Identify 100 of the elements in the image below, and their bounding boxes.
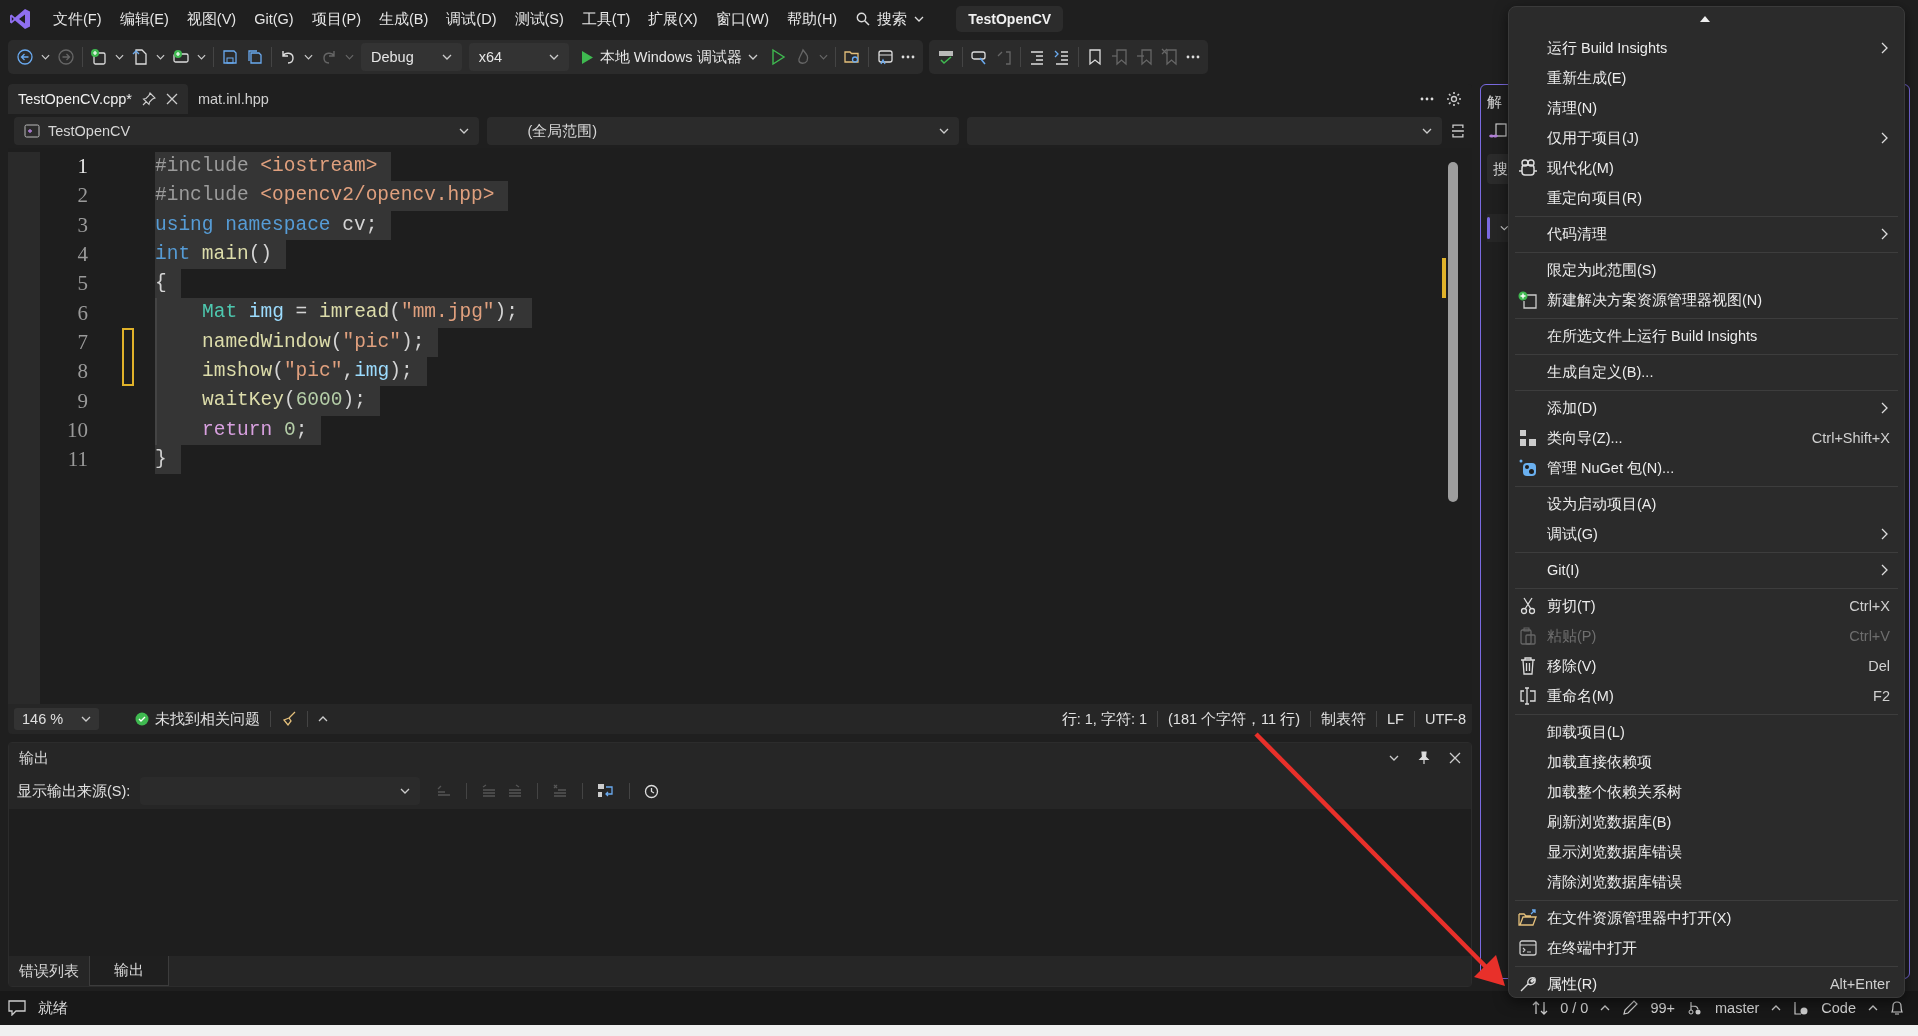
menu-item[interactable]: 清除浏览数据库错误 [1509,867,1904,897]
menu-item[interactable]: 在所选文件上运行 Build Insights [1509,321,1904,351]
project-dropdown[interactable]: TestOpenCV [14,117,480,145]
repository-icon[interactable] [1793,1000,1810,1016]
panel-tab[interactable]: 输出 [89,956,169,986]
menu-item[interactable]: 重新生成(E) [1509,63,1904,93]
scroll-up-icon[interactable] [1699,15,1711,23]
menu-item[interactable]: 属性(R) Alt+Enter [1509,969,1904,999]
panel-tab[interactable]: 错误列表 [9,956,89,986]
check-circle-icon [135,712,150,726]
new-project-icon[interactable] [90,48,108,66]
start-debugging-button[interactable]: 本地 Windows 调试器 [575,47,762,67]
broom-icon[interactable] [281,711,298,727]
menu-item[interactable]: 运行 Build Insights [1509,33,1904,63]
menu-item[interactable]: 新建解决方案资源管理器视图(N) [1509,285,1904,315]
indentation-status[interactable]: 制表符 [1321,709,1366,729]
sync-icon[interactable] [1532,1000,1549,1016]
menu-item[interactable]: 仅用于项目(J) [1509,123,1904,153]
forward-icon[interactable] [57,48,75,66]
zoom-dropdown[interactable]: 146 % [14,708,100,730]
back-icon[interactable] [16,48,34,66]
branch-icon[interactable] [1687,1000,1703,1016]
more-icon[interactable] [1185,55,1200,59]
menu-item[interactable]: 生成自定义(B)... [1509,357,1904,387]
settings-icon[interactable] [1446,91,1462,107]
changes-count[interactable]: 99+ [1650,1000,1675,1016]
sync-status[interactable]: 0 / 0 [1560,1000,1589,1016]
menu-item[interactable]: 设为启动项目(A) [1509,489,1904,519]
message-icon[interactable] [8,1000,26,1016]
menu-item[interactable]: Git(G) [245,11,303,27]
file-icon[interactable] [131,48,149,66]
indent-icon[interactable] [1052,48,1071,66]
menu-item[interactable]: 编辑(E) [110,9,178,29]
menu-item[interactable]: 卸载项目(L) [1509,717,1904,747]
search-button[interactable]: 搜索 [846,9,935,29]
menu-item[interactable]: 工具(T) [572,9,640,29]
menu-item[interactable]: 调试(D) [437,9,506,29]
menu-item[interactable]: 在文件资源管理器中打开(X) [1509,903,1904,933]
menu-item[interactable]: 加载直接依赖项 [1509,747,1904,777]
menu-item[interactable]: 剪切(T) Ctrl+X [1509,591,1904,621]
menu-item[interactable]: 文件(F) [44,9,111,29]
encoding-status[interactable]: UTF-8 [1424,711,1466,727]
menu-item[interactable]: 生成(B) [370,9,438,29]
menu-item[interactable]: 限定为此范围(S) [1509,255,1904,285]
close-icon[interactable] [1449,752,1461,764]
undo-icon[interactable] [279,48,297,66]
cursor-position[interactable]: 行: 1, 字符: 1 [1061,709,1147,729]
more-icon[interactable] [900,55,915,59]
menu-item[interactable]: 测试(S) [505,9,573,29]
redo-icon[interactable] [320,48,338,66]
menu-item[interactable]: 重命名(M) F2 [1509,681,1904,711]
folder-search-icon[interactable] [842,48,861,66]
chevron-up-icon[interactable] [1868,1005,1878,1011]
more-icon[interactable] [1420,97,1434,101]
add-item-icon[interactable] [172,48,190,66]
document-tab[interactable]: TestOpenCV.cpp* [8,84,188,114]
menu-item[interactable]: 视图(V) [177,9,246,29]
close-icon[interactable] [165,93,178,105]
menu-item[interactable]: 类向导(Z)... Ctrl+Shift+X [1509,423,1904,453]
comment-icon[interactable] [969,48,988,66]
save-icon[interactable] [221,48,239,66]
menu-item[interactable]: 清理(N) [1509,93,1904,123]
branch-name[interactable]: master [1715,1000,1760,1016]
repository-name[interactable]: Code [1821,1000,1856,1016]
clock-icon[interactable] [644,783,660,799]
menu-item[interactable]: 刷新浏览数据库(B) [1509,807,1904,837]
play-icon [579,49,594,65]
pin-icon[interactable] [141,92,156,106]
pin-icon[interactable] [1417,751,1431,765]
bookmark-clear-icon[interactable] [1160,48,1179,66]
platform-dropdown[interactable]: x64 [468,43,569,71]
menu-item[interactable]: 窗口(W) [706,9,779,29]
menu-item[interactable]: 加载整个依赖关系树 [1509,777,1904,807]
spell-check-icon[interactable] [936,48,955,66]
menu-item[interactable]: 项目(P) [302,9,370,29]
menu-item[interactable]: 帮助(H) [778,9,847,29]
menu-item[interactable]: 移除(V) Del [1509,651,1904,681]
menu-item[interactable]: 调试(G) [1509,519,1904,549]
pencil-icon[interactable] [1622,1000,1639,1016]
window-icon[interactable] [875,48,894,66]
issues-status[interactable]: 未找到相关问题 [155,709,261,729]
chevron-up-icon[interactable] [1600,1005,1611,1011]
menu-item[interactable]: 扩展(X) [639,9,707,29]
menu-item[interactable]: 添加(D) [1509,393,1904,423]
line-ending-status[interactable]: LF [1387,711,1404,727]
save-all-icon[interactable] [246,48,264,66]
chevron-up-icon[interactable] [1771,1005,1782,1011]
configuration-dropdown[interactable]: Debug [361,43,462,71]
bell-icon[interactable] [1890,1000,1904,1016]
menu-item[interactable]: 在终端中打开 [1509,933,1904,963]
split-icon[interactable] [1450,123,1466,139]
menu-item[interactable]: 显示浏览数据库错误 [1509,837,1904,867]
menu-item[interactable]: 重定向项目(R) [1509,183,1904,213]
menu-item[interactable]: Git(I) [1509,555,1904,585]
word-wrap-icon[interactable] [597,782,616,800]
menu-item[interactable]: 管理 NuGet 包(N)... [1509,453,1904,483]
menu-item[interactable]: 代码清理 [1509,219,1904,249]
chevron-up-icon[interactable] [318,716,329,722]
scope-dropdown[interactable]: (全局范围) [487,117,959,145]
document-tab[interactable]: mat.inl.hpp [187,84,279,114]
